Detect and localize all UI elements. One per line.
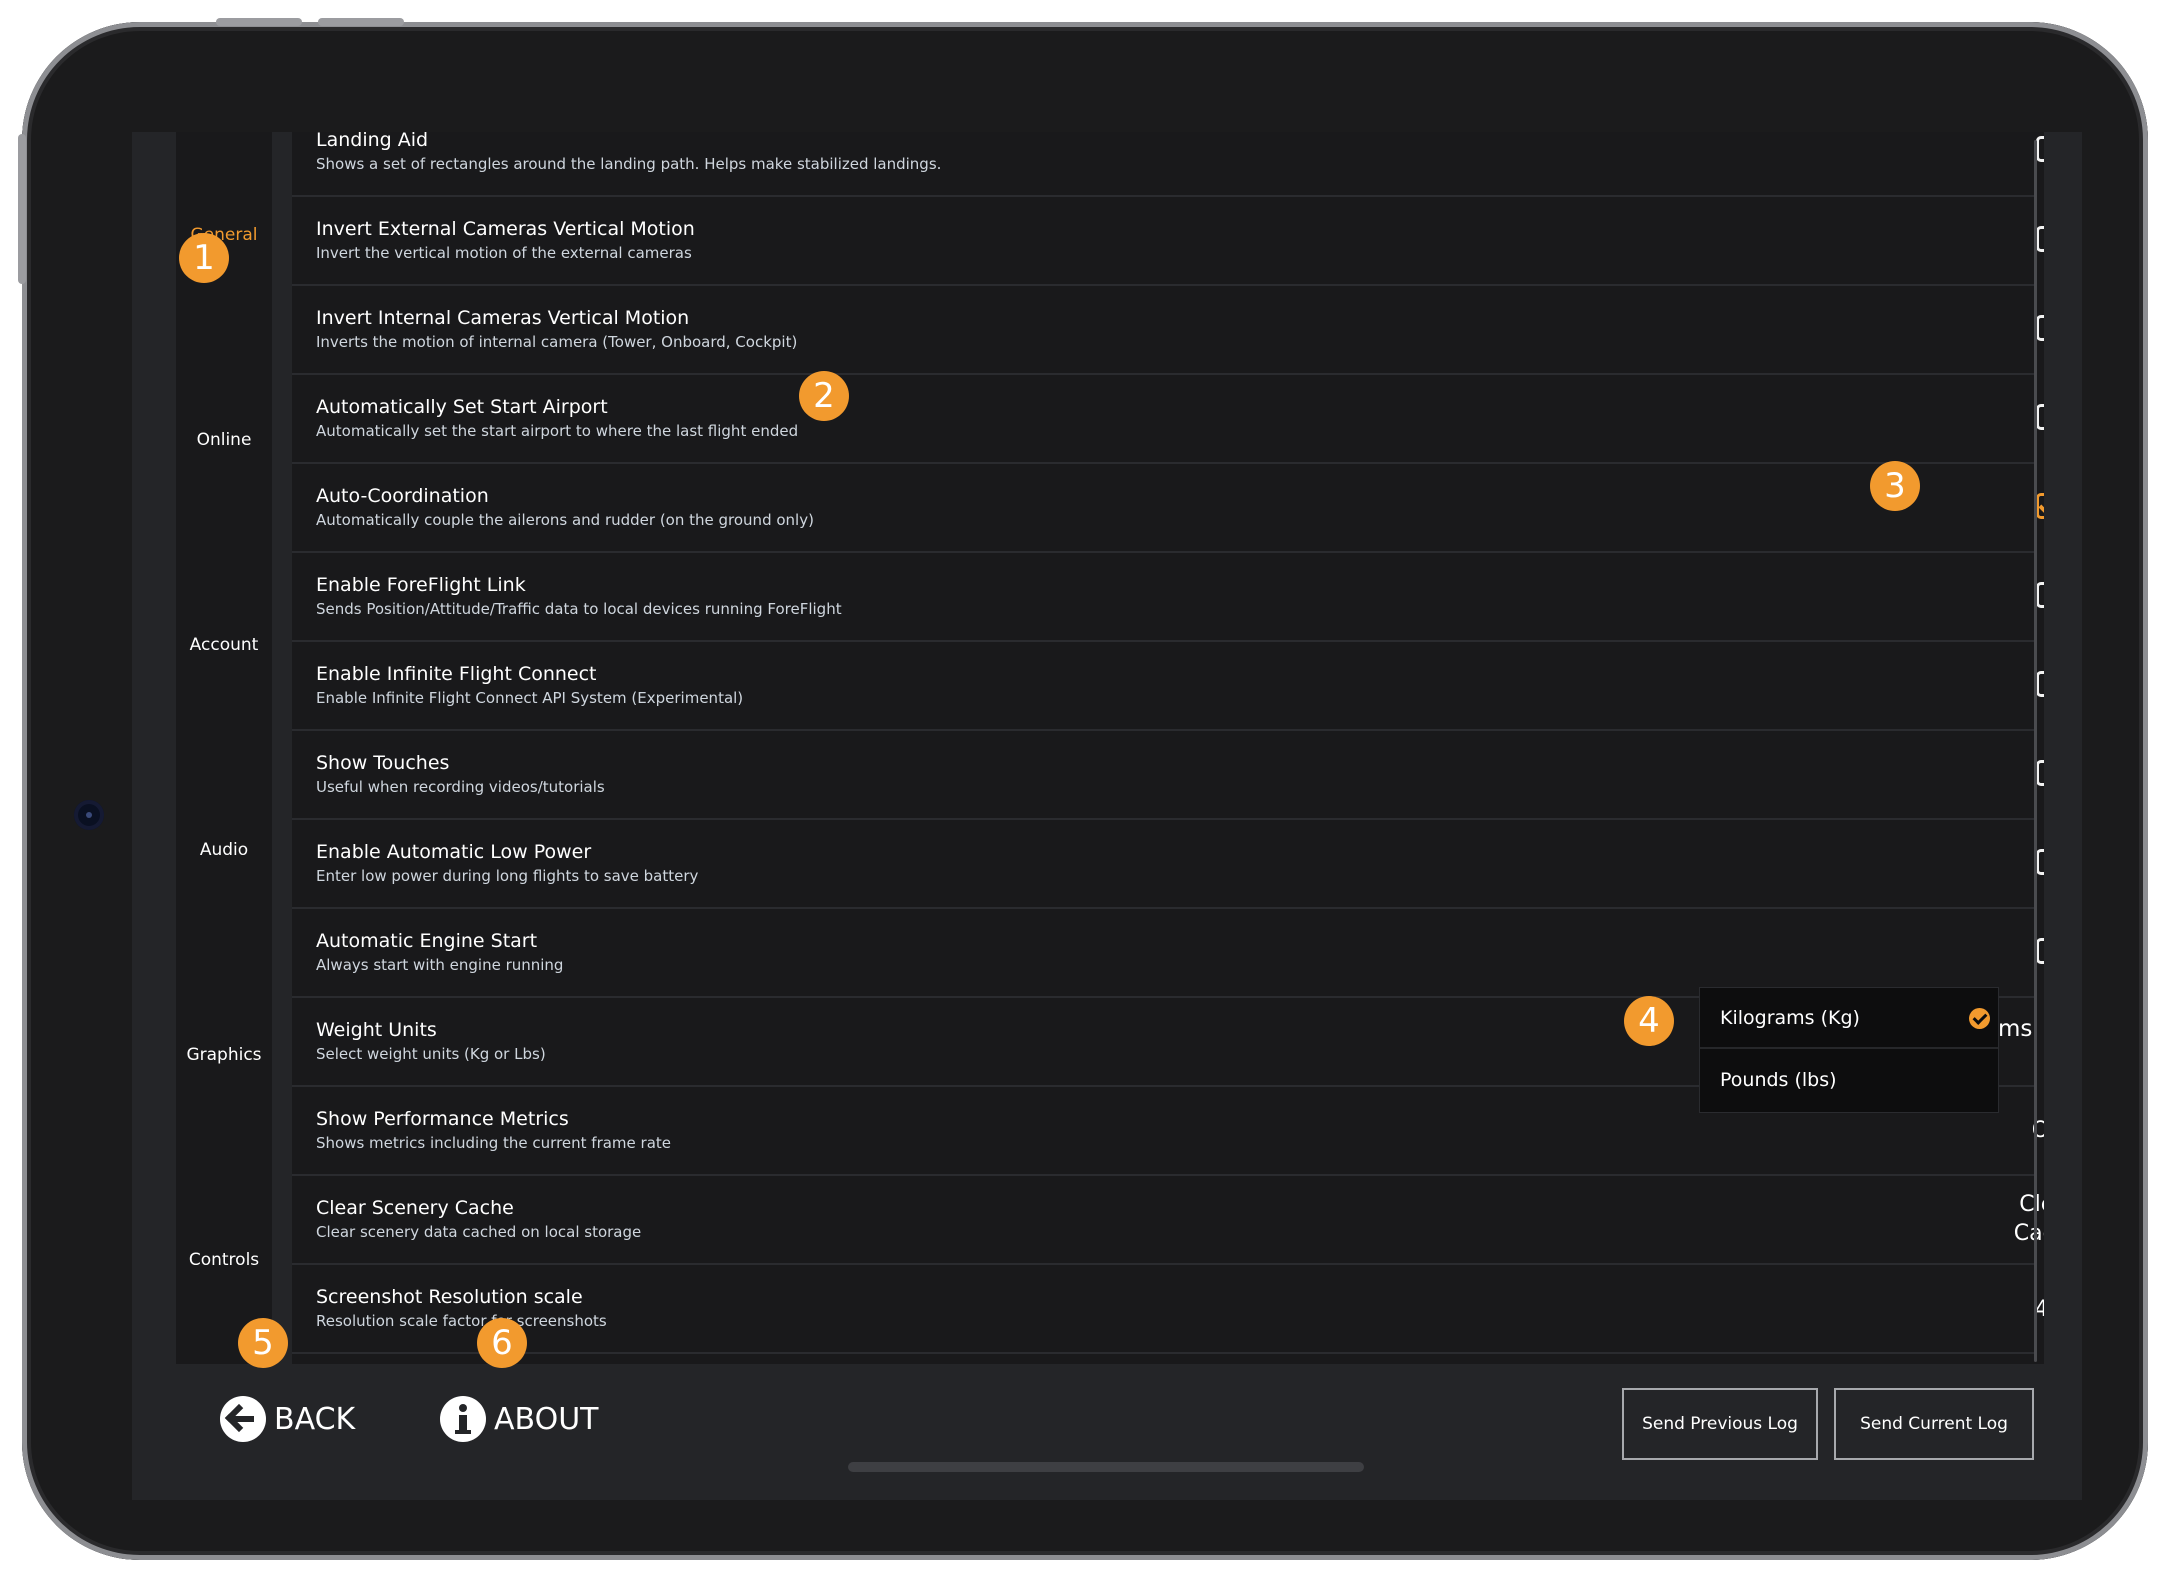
sidebar-item-label: Audio <box>199 839 249 860</box>
setting-description: Resolution scale factor for screenshots <box>316 1312 607 1330</box>
settings-list[interactable]: Landing Aid Shows a set of rectangles ar… <box>292 132 2044 1364</box>
setting-description: Sends Position/Attitude/Traffic data to … <box>316 600 842 618</box>
show-touches-checkbox[interactable] <box>2036 760 2044 786</box>
setting-description: Enable Infinite Flight Connect API Syste… <box>316 689 744 707</box>
setting-title: Show Touches <box>316 752 450 774</box>
sidebar-item-label: Controls <box>188 1249 260 1270</box>
sidebar-item-label: Graphics <box>186 1044 262 1065</box>
check-circle-icon <box>1969 1008 1990 1029</box>
back-label: BACK <box>274 1401 356 1437</box>
about-button[interactable]: ABOUT <box>440 1396 598 1442</box>
invert-internal-cameras-checkbox[interactable] <box>2036 315 2044 341</box>
about-label: ABOUT <box>494 1401 599 1437</box>
setting-title: Landing Aid <box>316 132 429 151</box>
setting-row-automatic-engine-start[interactable]: Automatic Engine Start Always start with… <box>292 909 2034 998</box>
setting-row-screenshot-resolution[interactable]: Screenshot Resolution scale Resolution s… <box>292 1265 2034 1354</box>
sidebar-item-label: Account <box>189 634 259 655</box>
volume-button-second <box>318 18 404 26</box>
info-circle-icon <box>440 1396 486 1442</box>
setting-row-auto-coordination[interactable]: Auto-Coordination Automatically couple t… <box>292 464 2034 553</box>
setting-description: Shows a set of rectangles around the lan… <box>316 155 942 173</box>
setting-description: Always start with engine running <box>316 956 564 974</box>
send-current-log-button[interactable]: Send Current Log <box>1834 1388 2034 1460</box>
setting-title: Enable Infinite Flight Connect <box>316 663 597 685</box>
setting-title: Clear Scenery Cache <box>316 1197 514 1219</box>
send-current-log-label: Send Current Log <box>1860 1414 2008 1434</box>
sidebar-item-audio[interactable]: Audio <box>176 747 272 952</box>
auto-coordination-checkbox[interactable] <box>2036 493 2044 519</box>
foreflight-link-checkbox[interactable] <box>2036 582 2044 608</box>
setting-description: Inverts the motion of internal camera (T… <box>316 333 798 351</box>
setting-title: Invert Internal Cameras Vertical Motion <box>316 307 690 329</box>
sidebar-item-graphics[interactable]: Graphics <box>176 952 272 1157</box>
setting-description: Invert the vertical motion of the extern… <box>316 244 692 262</box>
setting-description: Useful when recording videos/tutorials <box>316 778 605 796</box>
sidebar-item-general[interactable]: General <box>176 132 272 337</box>
callout-badge-4: 4 <box>1624 996 1674 1046</box>
landing-aid-checkbox[interactable] <box>2036 136 2044 162</box>
setting-title: Show Performance Metrics <box>316 1108 569 1130</box>
callout-badge-1: 1 <box>179 233 229 283</box>
setting-row-invert-external-cameras[interactable]: Invert External Cameras Vertical Motion … <box>292 197 2034 286</box>
setting-description: Shows metrics including the current fram… <box>316 1134 672 1152</box>
setting-title: Weight Units <box>316 1019 437 1041</box>
setting-title: Auto-Coordination <box>316 485 489 507</box>
setting-row-foreflight-link[interactable]: Enable ForeFlight Link Sends Position/At… <box>292 553 2034 642</box>
sidebar-item-account[interactable]: Account <box>176 542 272 747</box>
automatic-engine-start-checkbox[interactable] <box>2036 938 2044 964</box>
setting-row-infinite-flight-connect[interactable]: Enable Infinite Flight Connect Enable In… <box>292 642 2034 731</box>
weight-units-dropdown[interactable]: Kilograms (Kg) Pounds (lbs) <box>1700 988 1998 1112</box>
setting-title: Screenshot Resolution scale <box>316 1286 583 1308</box>
setting-row-auto-start-airport[interactable]: Automatically Set Start Airport Automati… <box>292 375 2034 464</box>
setting-description: Automatically couple the ailerons and ru… <box>316 511 814 529</box>
setting-description: Automatically set the start airport to w… <box>316 422 799 440</box>
sidebar-item-label: Online <box>196 429 252 450</box>
setting-row-automatic-low-power[interactable]: Enable Automatic Low Power Enter low pow… <box>292 820 2034 909</box>
front-camera-icon <box>74 800 104 830</box>
weight-units-value[interactable]: ms <box>1998 1016 2032 1042</box>
dropdown-option-kilograms[interactable]: Kilograms (Kg) <box>1700 988 1998 1049</box>
setting-description: Select weight units (Kg or Lbs) <box>316 1045 546 1063</box>
automatic-low-power-checkbox[interactable] <box>2036 849 2044 875</box>
setting-title: Invert External Cameras Vertical Motion <box>316 218 695 240</box>
setting-title: Automatically Set Start Airport <box>316 396 608 418</box>
dropdown-option-label: Kilograms (Kg) <box>1720 1007 1860 1029</box>
dropdown-option-label: Pounds (lbs) <box>1720 1069 1837 1091</box>
app-screen: General Online Account Audio Graphics Co… <box>132 132 2082 1500</box>
infinite-flight-connect-checkbox[interactable] <box>2036 671 2044 697</box>
auto-start-airport-checkbox[interactable] <box>2036 404 2044 430</box>
setting-row-show-touches[interactable]: Show Touches Useful when recording video… <box>292 731 2034 820</box>
side-button <box>18 134 26 284</box>
send-previous-log-label: Send Previous Log <box>1642 1414 1798 1434</box>
sidebar-item-online[interactable]: Online <box>176 337 272 542</box>
setting-row-invert-internal-cameras[interactable]: Invert Internal Cameras Vertical Motion … <box>292 286 2034 375</box>
setting-description: Enter low power during long flights to s… <box>316 867 699 885</box>
callout-badge-5: 5 <box>238 1318 288 1368</box>
settings-sidebar: General Online Account Audio Graphics Co… <box>176 132 272 1364</box>
setting-title: Automatic Engine Start <box>316 930 538 952</box>
volume-button-top <box>216 18 302 26</box>
setting-row-clear-scenery-cache[interactable]: Clear Scenery Cache Clear scenery data c… <box>292 1176 2034 1265</box>
tablet-frame: General Online Account Audio Graphics Co… <box>18 18 2148 1560</box>
callout-badge-3: 3 <box>1870 461 1920 511</box>
setting-description: Clear scenery data cached on local stora… <box>316 1223 642 1241</box>
setting-row-landing-aid[interactable]: Landing Aid Shows a set of rectangles ar… <box>292 132 2034 197</box>
setting-title: Enable ForeFlight Link <box>316 574 526 596</box>
back-button[interactable]: BACK <box>220 1396 355 1442</box>
back-arrow-circle-icon <box>220 1396 266 1442</box>
dropdown-option-pounds[interactable]: Pounds (lbs) <box>1700 1050 1998 1111</box>
setting-title: Enable Automatic Low Power <box>316 841 592 863</box>
home-indicator[interactable] <box>848 1462 1364 1472</box>
callout-badge-6: 6 <box>477 1318 527 1368</box>
callout-badge-2: 2 <box>799 371 849 421</box>
settings-scrollbar[interactable] <box>2034 140 2037 1362</box>
invert-external-cameras-checkbox[interactable] <box>2036 226 2044 252</box>
send-previous-log-button[interactable]: Send Previous Log <box>1622 1388 1818 1460</box>
